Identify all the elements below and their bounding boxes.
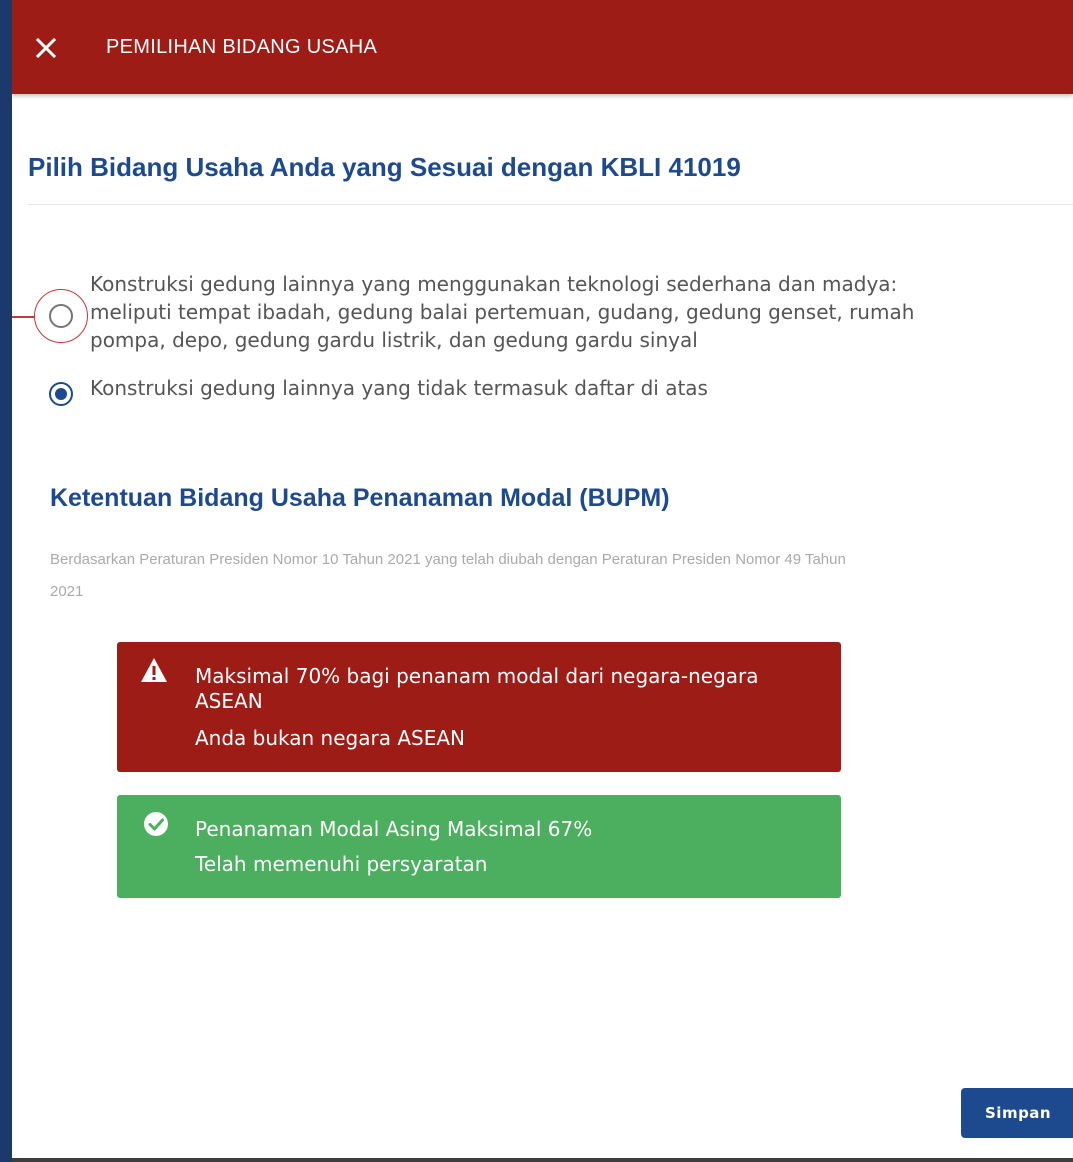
dialog: PEMILIHAN BIDANG USAHA Pilih Bidang Usah…: [12, 0, 1073, 1162]
warning-line-2: ASEAN: [195, 689, 263, 713]
divider: [28, 204, 1073, 205]
warning-icon: [141, 658, 167, 682]
success-line-2: Telah memenuhi persyaratan: [195, 852, 488, 876]
success-alert: Penanaman Modal Asing Maksimal 67% Telah…: [117, 795, 841, 898]
option-1-line-1: Konstruksi gedung lainnya yang menggunak…: [90, 272, 898, 296]
bupm-description: Berdasarkan Peraturan Presiden Nomor 10 …: [50, 544, 1040, 608]
bupm-description-line-1: Berdasarkan Peraturan Presiden Nomor 10 …: [50, 551, 846, 568]
option-2-label[interactable]: Konstruksi gedung lainnya yang tidak ter…: [90, 374, 708, 402]
annotation-line: [12, 316, 35, 318]
option-1-line-3: pompa, depo, gedung gardu listrik, dan g…: [90, 328, 698, 352]
dialog-title: PEMILIHAN BIDANG USAHA: [106, 36, 378, 58]
option-1-line-2: meliputi tempat ibadah, gedung balai per…: [90, 300, 915, 324]
success-line-1: Penanaman Modal Asing Maksimal 67%: [195, 817, 593, 841]
warning-alert: Maksimal 70% bagi penanam modal dari neg…: [117, 642, 841, 772]
bupm-title: Ketentuan Bidang Usaha Penanaman Modal (…: [50, 484, 670, 512]
save-button[interactable]: Simpan: [961, 1088, 1073, 1138]
check-circle-icon: [144, 812, 168, 836]
bupm-description-line-2: 2021: [50, 583, 84, 600]
option-1-label[interactable]: Konstruksi gedung lainnya yang menggunak…: [90, 270, 914, 354]
radio-option-1[interactable]: [49, 304, 73, 328]
radio-option-2[interactable]: [49, 382, 73, 406]
bottom-edge: [12, 1158, 1073, 1162]
close-icon: [35, 37, 57, 59]
close-button[interactable]: [30, 30, 62, 66]
warning-line-3: Anda bukan negara ASEAN: [195, 726, 465, 750]
dialog-header: PEMILIHAN BIDANG USAHA: [12, 0, 1073, 94]
section-title: Pilih Bidang Usaha Anda yang Sesuai deng…: [28, 152, 741, 182]
warning-line-1: Maksimal 70% bagi penanam modal dari neg…: [195, 664, 759, 688]
